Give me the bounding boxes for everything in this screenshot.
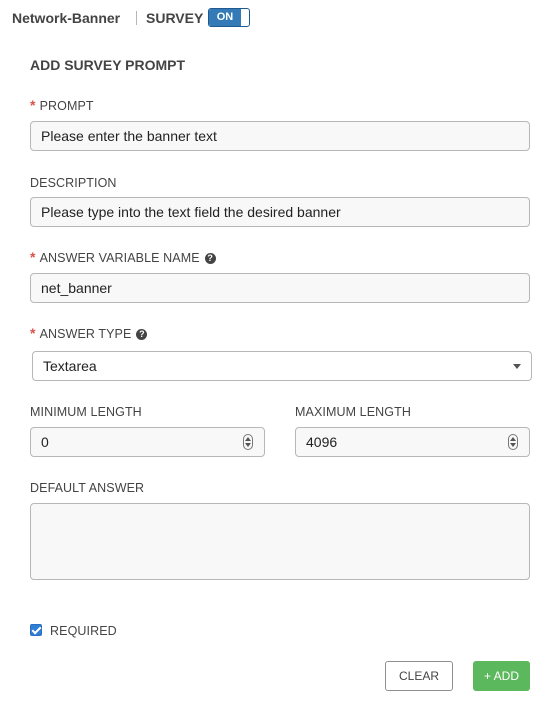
max-length-label: MAXIMUM LENGTH <box>295 405 411 419</box>
question-circle-icon[interactable]: ? <box>204 253 216 264</box>
number-stepper-icon[interactable] <box>508 434 518 450</box>
template-name: Network-Banner <box>12 10 121 26</box>
answer-type-select[interactable]: Textarea <box>32 351 532 381</box>
prompt-label-text: PROMPT <box>39 99 94 113</box>
form-title: ADD SURVEY PROMPT <box>30 57 186 73</box>
max-length-value: 4096 <box>306 434 338 450</box>
required-checkbox[interactable] <box>30 624 42 636</box>
toggle-on-label: ON <box>209 9 241 26</box>
answer-type-label-text: ANSWER TYPE <box>39 327 132 341</box>
survey-toggle[interactable]: ON <box>208 8 250 27</box>
header-divider <box>136 11 137 25</box>
survey-label: SURVEY <box>146 10 204 26</box>
prompt-label: * PROMPT <box>30 97 94 113</box>
checkbox-checked-icon <box>31 624 42 635</box>
clear-button[interactable]: CLEAR <box>385 661 453 691</box>
max-length-input[interactable]: 4096 <box>295 427 530 457</box>
description-input[interactable]: Please type into the text field the desi… <box>30 197 530 227</box>
description-label: DESCRIPTION <box>30 176 117 190</box>
variable-name-label-text: ANSWER VARIABLE NAME <box>39 251 200 265</box>
required-asterisk: * <box>30 97 36 113</box>
variable-name-label: * ANSWER VARIABLE NAME? <box>30 249 216 265</box>
default-answer-label: DEFAULT ANSWER <box>30 481 145 495</box>
question-circle-icon[interactable]: ? <box>136 329 148 340</box>
prompt-input[interactable]: Please enter the banner text <box>30 121 530 151</box>
min-length-input[interactable]: 0 <box>30 427 265 457</box>
number-stepper-icon[interactable] <box>243 434 253 450</box>
add-button[interactable]: + ADD <box>473 661 530 691</box>
chevron-down-icon <box>513 364 521 369</box>
min-length-value: 0 <box>41 434 49 450</box>
variable-name-input[interactable]: net_banner <box>30 273 530 303</box>
required-label: REQUIRED <box>50 624 117 638</box>
answer-type-value: Textarea <box>43 358 97 374</box>
required-asterisk: * <box>30 249 36 265</box>
default-answer-textarea[interactable] <box>30 503 530 580</box>
min-length-label: MINIMUM LENGTH <box>30 405 142 419</box>
required-asterisk: * <box>30 325 36 341</box>
answer-type-label: * ANSWER TYPE? <box>30 325 148 341</box>
